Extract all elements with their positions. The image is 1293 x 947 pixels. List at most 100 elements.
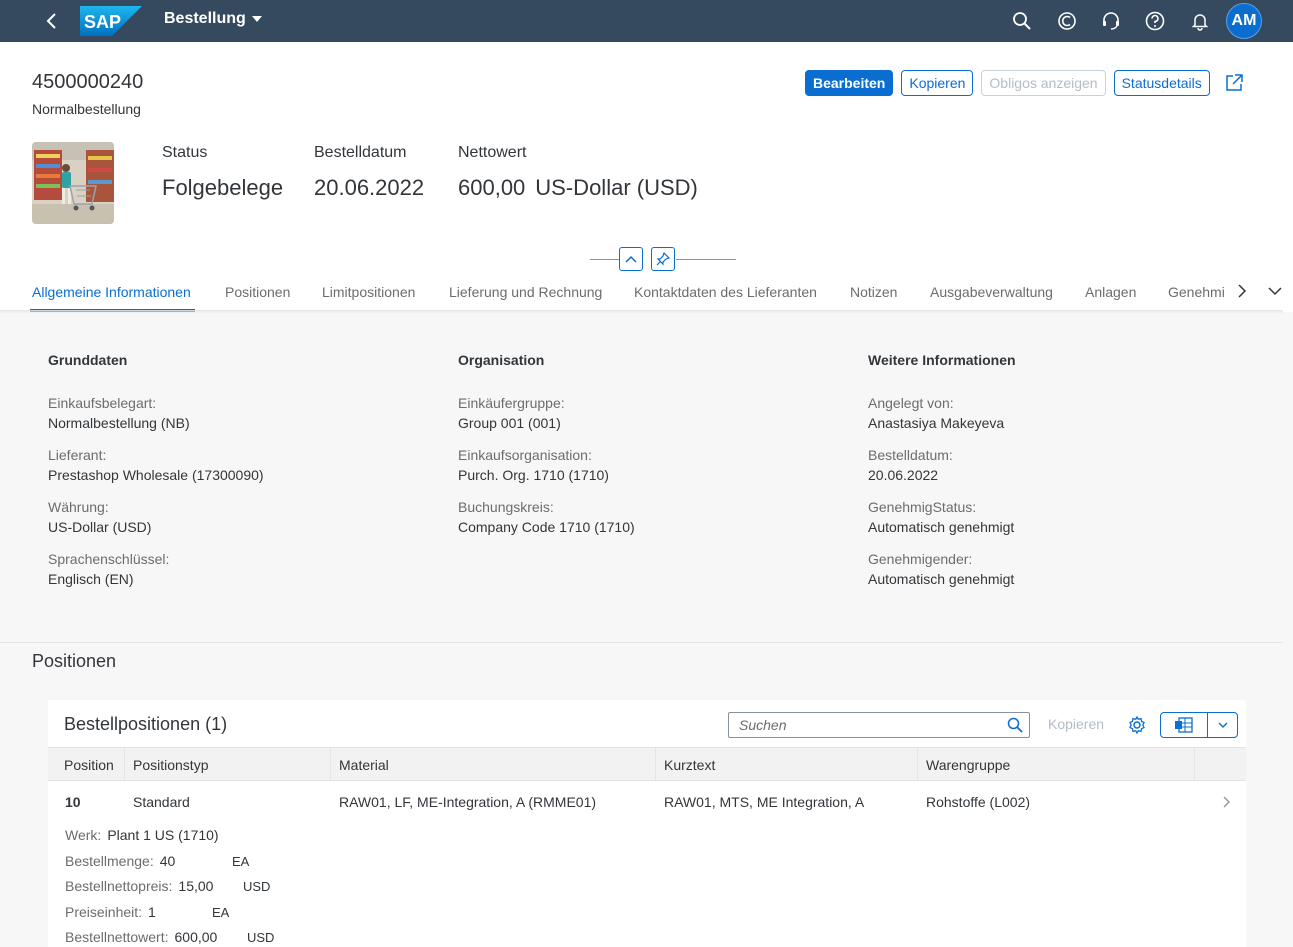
column-header-position[interactable]: Position	[56, 748, 125, 781]
tab-delivery-invoice[interactable]: Lieferung und Rechnung	[449, 284, 602, 300]
detail-label: Bestellmenge:	[65, 853, 154, 869]
detail-price-unit: Preiseinheit: 1 EA	[65, 904, 285, 920]
help-icon[interactable]	[1144, 10, 1166, 32]
edit-button[interactable]: Bearbeiten	[805, 70, 894, 96]
pin-icon	[656, 252, 670, 266]
kpi-currency: US-Dollar (USD)	[535, 175, 698, 200]
sap-logo[interactable]: SAP	[80, 6, 142, 36]
detail-unit: EA	[212, 905, 230, 920]
field-value: Englisch (EN)	[48, 571, 134, 587]
kpi-net-value: Nettowert 600,00 US-Dollar (USD)	[458, 144, 698, 201]
column-header-material-group[interactable]: Warengruppe	[918, 748, 1195, 781]
tab-spend-management[interactable]: Ausgabeverwaltung	[930, 284, 1053, 300]
field-approver: Genehmigender: Automatisch genehmigt	[868, 549, 1016, 589]
detail-value: 40	[159, 853, 176, 869]
search-icon[interactable]	[1007, 717, 1023, 733]
field-currency: Währung: US-Dollar (USD)	[48, 497, 264, 537]
tab-general-information[interactable]: Allgemeine Informationen	[32, 284, 191, 300]
copilot-icon[interactable]	[1056, 10, 1078, 32]
field-value: Automatisch genehmigt	[868, 571, 1015, 587]
notification-bell-icon[interactable]	[1189, 10, 1211, 32]
export-button-group	[1160, 712, 1238, 738]
chevron-down-icon	[1218, 722, 1227, 728]
kpi-label: Status	[162, 144, 208, 161]
positions-table: Bestellpositionen (1) Kopieren	[48, 700, 1246, 947]
divider	[590, 259, 620, 260]
header-shadow	[0, 310, 1283, 314]
copy-button[interactable]: Kopieren	[901, 70, 974, 96]
column-header-short-text[interactable]: Kurztext	[656, 748, 918, 781]
field-label: Einkaufsorganisation:	[458, 447, 592, 463]
cell-position-type: Standard	[133, 794, 190, 810]
section-divider	[0, 642, 1283, 643]
detail-value: 1	[148, 904, 156, 920]
headset-icon[interactable]	[1100, 10, 1122, 32]
detail-quantity: Bestellmenge: 40 EA	[65, 853, 285, 869]
group-organization: Organisation Einkäufergruppe: Group 001 …	[458, 352, 635, 549]
app-title-menu[interactable]: Bestellung	[164, 10, 262, 28]
field-purchasing-doc-type: Einkaufsbelegart: Normalbestellung (NB)	[48, 393, 264, 433]
search-icon[interactable]	[1011, 10, 1033, 32]
detail-value: 600,00	[174, 929, 218, 945]
field-purchasing-org: Einkaufsorganisation: Purch. Org. 1710 (…	[458, 445, 635, 485]
object-header: 4500000240 Normalbestellung Bearbeiten K…	[0, 42, 1293, 312]
avatar[interactable]: AM	[1226, 3, 1262, 39]
field-label: Bestelldatum:	[868, 447, 953, 463]
field-value: Automatisch genehmigt	[868, 519, 1015, 535]
tab-attachments[interactable]: Anlagen	[1085, 284, 1136, 300]
chevron-down-icon[interactable]	[1266, 282, 1284, 300]
cell-position: 10	[65, 794, 81, 810]
field-label: Einkaufsbelegart:	[48, 395, 157, 411]
status-details-button[interactable]: Statusdetails	[1113, 70, 1210, 96]
tab-limit-positions[interactable]: Limitpositionen	[322, 284, 415, 300]
field-value: Company Code 1710 (1710)	[458, 519, 635, 535]
detail-label: Werk:	[65, 827, 102, 843]
column-header-position-type[interactable]: Positionstyp	[125, 748, 331, 781]
divider	[676, 259, 736, 260]
field-value: US-Dollar (USD)	[48, 519, 152, 535]
field-company-code: Buchungskreis: Company Code 1710 (1710)	[458, 497, 635, 537]
svg-text:SAP: SAP	[84, 12, 121, 32]
field-value: Prestashop Wholesale (17300090)	[48, 467, 264, 483]
column-header-material[interactable]: Material	[331, 748, 656, 781]
detail-net-value: Bestellnettowert: 600,00 USD	[65, 929, 285, 945]
search-field	[728, 712, 1030, 738]
export-to-spreadsheet-button[interactable]	[1161, 713, 1208, 737]
pin-header-button[interactable]	[651, 247, 675, 271]
row-navigation-icon[interactable]	[1220, 795, 1232, 809]
table-title: Bestellpositionen (1)	[64, 714, 228, 734]
field-value: Normalbestellung (NB)	[48, 415, 190, 431]
kpi-amount: 600,00	[458, 175, 526, 200]
export-menu-button[interactable]	[1208, 713, 1237, 737]
field-order-date: Bestelldatum: 20.06.2022	[868, 445, 1016, 485]
field-label: Genehmigender:	[868, 551, 973, 567]
field-label: Buchungskreis:	[458, 499, 554, 515]
tab-approval[interactable]: Genehmi	[1168, 284, 1225, 300]
group-title: Organisation	[458, 352, 545, 368]
field-label: GenehmigStatus:	[868, 499, 977, 515]
detail-label: Preiseinheit:	[65, 904, 143, 920]
field-label: Angelegt von:	[868, 395, 954, 411]
kpi-order-date: Bestelldatum 20.06.2022	[314, 144, 424, 201]
show-commitments-button: Obligos anzeigen	[981, 70, 1106, 96]
back-icon[interactable]	[42, 10, 62, 32]
tab-notes[interactable]: Notizen	[850, 284, 897, 300]
copy-positions-button: Kopieren	[1048, 716, 1105, 732]
shell-bar: SAP Bestellung AM	[0, 0, 1293, 42]
share-icon[interactable]	[1224, 73, 1244, 93]
field-created-by: Angelegt von: Anastasiya Makeyeva	[868, 393, 1016, 433]
tab-positions[interactable]: Positionen	[225, 284, 290, 300]
field-approval-status: GenehmigStatus: Automatisch genehmigt	[868, 497, 1016, 537]
field-value: 20.06.2022	[868, 467, 939, 483]
chevron-down-icon	[251, 16, 262, 22]
kpi-value: Folgebelege	[162, 175, 284, 200]
gear-icon[interactable]	[1127, 715, 1147, 735]
field-value: Purch. Org. 1710 (1710)	[458, 467, 609, 483]
collapse-header-button[interactable]	[619, 247, 643, 271]
tab-supplier-contact[interactable]: Kontaktdaten des Lieferanten	[634, 284, 817, 300]
detail-value: Plant 1 US (1710)	[107, 827, 219, 843]
chevron-right-icon[interactable]	[1233, 282, 1251, 300]
table-row[interactable]: 10 Standard RAW01, LF, ME-Integration, A…	[48, 781, 1246, 947]
search-input[interactable]	[729, 713, 999, 737]
table-header: Position Positionstyp Material Kurztext …	[48, 747, 1246, 781]
